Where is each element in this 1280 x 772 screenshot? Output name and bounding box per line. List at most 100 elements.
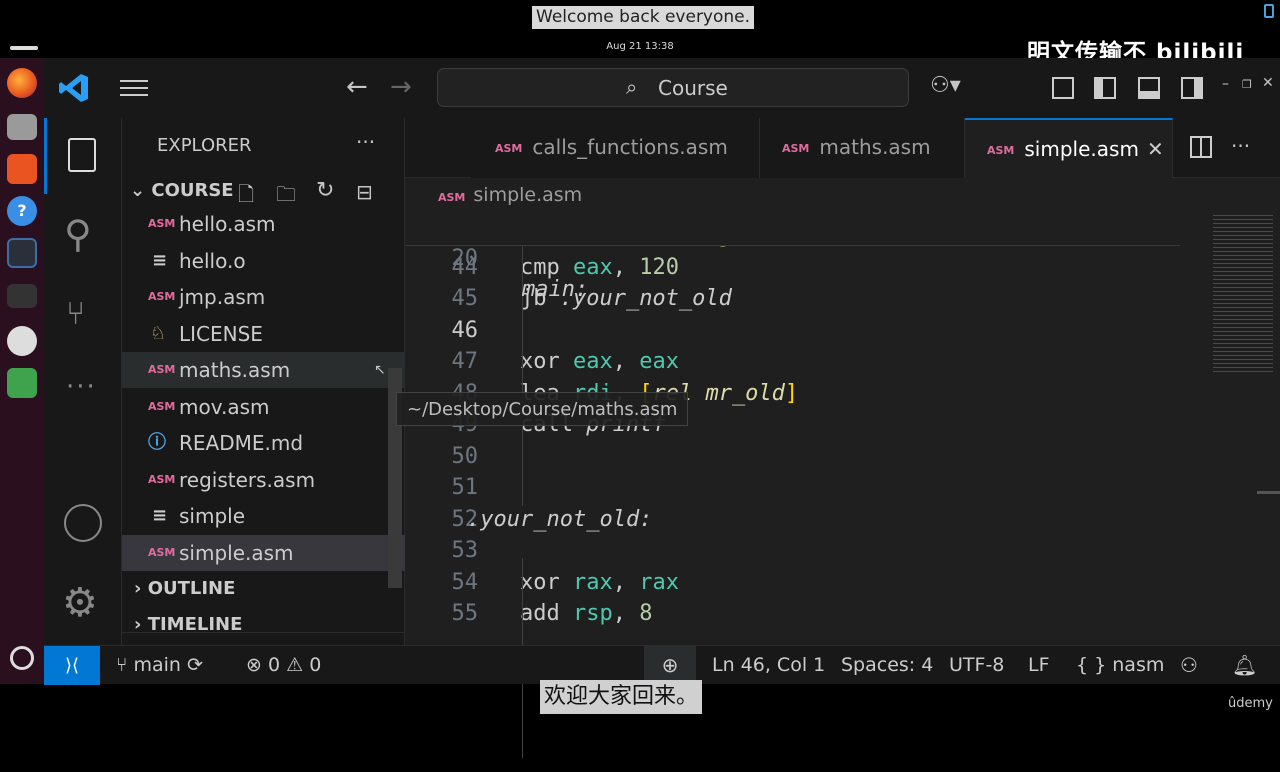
code-line[interactable]: 52 .your_not_old: (405, 504, 1180, 535)
asm-file-icon: ASM (438, 191, 466, 204)
folder-header[interactable]: ⌄ COURSE (130, 180, 234, 201)
branch-label: main (133, 654, 181, 676)
code-text: xor eax, eax (467, 349, 679, 374)
video-caption-top: Welcome back everyone. (532, 6, 755, 29)
file-item-hello-o[interactable]: ≡ hello.o (122, 243, 405, 279)
firefox-icon[interactable] (7, 68, 37, 98)
terminal-icon[interactable] (7, 284, 37, 308)
show-apps-icon[interactable] (10, 646, 34, 670)
encoding[interactable]: UTF-8 (949, 646, 1004, 685)
chevron-right-icon: › (134, 578, 148, 599)
back-arrow-icon[interactable]: ← (346, 72, 368, 102)
restore-icon[interactable]: ❐ (1242, 78, 1252, 91)
minimap[interactable] (1213, 212, 1273, 372)
language-mode[interactable]: { } nasm (1076, 646, 1164, 685)
end-of-line[interactable]: LF (1028, 646, 1050, 685)
problems-indicator[interactable]: ⊗ 0 ⚠ 0 (246, 646, 321, 685)
asm-file-icon: ASM (495, 141, 523, 155)
file-label: registers.asm (179, 468, 316, 492)
remote-indicator-icon[interactable]: ⟩⟨ (44, 646, 100, 685)
toggle-primary-sidebar-icon[interactable] (1094, 77, 1116, 99)
line-number: 53 (451, 538, 479, 563)
more-views-icon[interactable]: ··· (66, 372, 97, 402)
warning-count: 0 (309, 654, 322, 676)
file-label: simple.asm (179, 541, 294, 565)
minimize-icon[interactable]: – (1222, 76, 1229, 92)
split-editor-icon[interactable] (1190, 136, 1212, 158)
active-indicator (44, 118, 47, 194)
text-file-icon: ≡ (152, 250, 168, 271)
vscode-dock-icon[interactable] (7, 238, 37, 268)
code-editor[interactable]: 20 main: 43 mov eax, [rel age]44 cmp eax… (405, 212, 1180, 772)
file-item-hello-asm[interactable]: ASM hello.asm (122, 206, 405, 242)
outline-section[interactable]: › OUTLINE (134, 578, 235, 599)
settings-gear-icon[interactable]: ⚙ (62, 580, 98, 626)
file-item-mov-asm[interactable]: ASM mov.asm (122, 389, 405, 425)
file-item-readme[interactable]: ⓘ README.md (122, 425, 405, 461)
files-icon[interactable] (7, 114, 37, 140)
refresh-icon[interactable]: ↻ (316, 178, 334, 203)
mouse-cursor-icon: ↖ (374, 362, 386, 378)
explorer-more-icon[interactable]: ··· (356, 130, 375, 154)
software-center-icon[interactable] (7, 154, 37, 184)
file-label: mov.asm (179, 395, 270, 419)
file-label: LICENSE (179, 322, 263, 346)
video-subtitle: 欢迎大家回来。 (540, 680, 703, 714)
file-label: hello.o (179, 249, 246, 273)
vscode-logo-icon (59, 74, 88, 102)
asm-file-icon: ASM (148, 290, 176, 303)
collapse-all-icon[interactable]: ⊟ (356, 180, 373, 204)
forward-arrow-icon[interactable]: → (390, 72, 412, 102)
asm-file-icon: ASM (148, 400, 176, 413)
trash-icon[interactable] (7, 368, 37, 398)
editor-more-icon[interactable]: ··· (1231, 134, 1250, 158)
explorer-icon[interactable] (68, 138, 96, 172)
copilot-status-icon[interactable]: ⚇ (1180, 646, 1198, 685)
editor-area: ASM calls_functions.asm ASM maths.asm ASM s… (405, 118, 1280, 758)
breadcrumb[interactable]: ASM simple.asm (438, 184, 582, 206)
file-item-simple[interactable]: ≡ simple (122, 498, 405, 534)
command-center-search[interactable]: ⌕ Course (437, 68, 909, 107)
file-item-license[interactable]: ♘ LICENSE (122, 316, 405, 352)
file-label: README.md (179, 431, 304, 455)
asm-file-icon: ASM (148, 473, 176, 486)
tab-maths[interactable]: ASM maths.asm (760, 118, 965, 178)
vertical-scrollbar[interactable] (1257, 491, 1280, 494)
file-item-simple-asm[interactable]: ASM simple.asm (122, 535, 405, 571)
accounts-icon[interactable] (64, 504, 102, 542)
source-control-icon[interactable]: ⑂ (66, 294, 85, 332)
chevron-down-icon: ⌄ (130, 180, 152, 201)
notifications-bell-icon[interactable]: 🔔︎ (1232, 646, 1257, 685)
sticky-scroll-line[interactable]: 20 main: (405, 212, 1180, 302)
toggle-secondary-sidebar-icon[interactable] (1181, 77, 1203, 99)
info-icon: ⓘ (148, 432, 166, 453)
asm-file-icon: ASM (782, 141, 810, 155)
close-window-icon[interactable]: ✕ (1262, 75, 1274, 91)
disc-icon[interactable] (7, 326, 37, 356)
tab-calls-functions[interactable]: ASM calls_functions.asm (471, 118, 760, 178)
close-tab-icon[interactable]: ✕ (1147, 120, 1164, 178)
udemy-logo: ûdemy (1228, 696, 1273, 711)
warning-icon: ⚠ (286, 654, 310, 676)
file-item-maths-asm[interactable]: ASM maths.asm (122, 352, 405, 388)
outline-label: OUTLINE (147, 578, 236, 599)
branch-indicator[interactable]: ⑂ main ⟳ (116, 646, 203, 685)
indentation[interactable]: Spaces: 4 (841, 646, 933, 685)
ubuntu-dock: ? (0, 58, 44, 684)
search-label: Course (658, 76, 728, 100)
file-item-registers-asm[interactable]: ASM registers.asm (122, 462, 405, 498)
tab-simple-active[interactable]: ASM simple.asm ✕ (965, 118, 1173, 178)
help-icon[interactable]: ? (7, 196, 37, 226)
timeline-section[interactable]: › TIMELINE (134, 614, 242, 635)
search-view-icon[interactable]: ⚲ (64, 212, 92, 256)
file-item-jmp-asm[interactable]: ASM jmp.asm (122, 279, 405, 315)
copilot-icon[interactable]: ⚇▾ (930, 73, 961, 98)
chevron-right-icon: › (134, 614, 148, 635)
code-text: .your_not_old: (467, 506, 653, 532)
menu-icon[interactable] (120, 80, 148, 96)
toggle-panel-icon[interactable] (1138, 77, 1160, 99)
search-icon: ⌕ (626, 75, 638, 99)
activity-bar: ⚲ ⑂ ··· ⚙ (44, 118, 122, 645)
layout-customize-icon[interactable] (1052, 77, 1074, 99)
cursor-position[interactable]: Ln 46, Col 1 (712, 646, 825, 685)
